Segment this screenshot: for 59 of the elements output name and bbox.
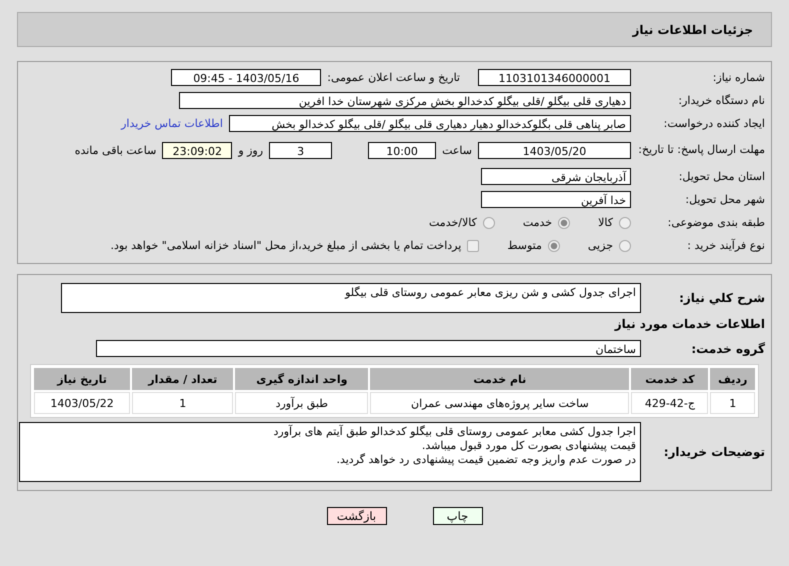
checkbox-label: پرداخت تمام یا بخشی از مبلغ خرید،از محل "اسناد خزانه اسلامی" خواهد بود.: [110, 239, 462, 252]
creator-field: صابر پناهی قلی بگلوکدخدالو دهیار دهیاری قلی بیگلو /قلی بیگلو کدخدالو بخش: [229, 115, 631, 132]
field-label: نام دستگاه خریدار:: [677, 94, 766, 107]
column-header: نام خدمت: [370, 368, 630, 390]
column-header: تاریخ نیاز: [34, 368, 130, 390]
radio-button[interactable]: [619, 240, 631, 252]
field-label: توضیحات خریدار:: [662, 445, 766, 459]
field-label: شرح کلي نياز:: [678, 291, 766, 305]
table-cell: 1: [710, 392, 755, 414]
radio-label: خدمت: [522, 216, 552, 229]
field-label: استان محل تحویل:: [678, 170, 766, 183]
buyer-field: دهیاری قلی بیگلو /قلی بیگلو کدخدالو بخش مرکزی شهرستان خدا افرین: [179, 92, 631, 109]
remaining-label: ساعت باقی مانده: [74, 144, 156, 156]
table-cell: 1403/05/22: [34, 392, 130, 414]
field-label: شماره نیاز:: [712, 71, 766, 84]
notes-line: اجرا جدول کشی معابر عمومی روستای قلی بیگلو کدخدالو طبق آیتم های برآورد: [272, 425, 636, 439]
field-label: طبقه بندی موضوعی:: [666, 216, 766, 229]
radio-label: متوسط: [507, 239, 542, 252]
need-number-field: 1103101346000001: [478, 69, 631, 86]
days-label: روز و: [238, 144, 264, 156]
radio-label: کالا/خدمت: [429, 216, 477, 229]
time-label: ساعت: [442, 144, 472, 156]
field-label: مهلت ارسال پاسخ: تا تاریخ:: [637, 142, 766, 158]
column-header: تعداد / مقدار: [132, 368, 234, 390]
column-header: واحد اندازه گیری: [235, 368, 368, 390]
table-cell: 1: [132, 392, 234, 414]
field-label: ایجاد کننده درخواست:: [662, 117, 766, 130]
contact-link[interactable]: اطلاعات تماس خریدار: [121, 117, 223, 130]
radio-button[interactable]: [558, 216, 570, 228]
announce-date-field: 1403/05/16 - 09:45: [171, 69, 322, 86]
province-field: آذربایجان شرقی: [481, 168, 631, 185]
days-field: 3: [269, 142, 332, 158]
back-button[interactable]: بازگشت: [326, 507, 386, 525]
print-button[interactable]: چاپ: [432, 507, 482, 525]
column-header: ردیف: [710, 368, 755, 390]
field-label: گروه خدمت:: [690, 342, 766, 356]
description-field: اجرای جدول کشی و شن ریزی معابر عمومی روستای قلی بیگلو: [61, 283, 641, 313]
table-cell: طبق برآورد: [235, 392, 368, 414]
city-field: خدا آفرین: [481, 191, 631, 208]
field-label: تاریخ و ساعت اعلان عمومی:: [327, 71, 460, 84]
radio-button[interactable]: [548, 240, 560, 252]
notes-line: در صورت عدم واریز وجه تضمین قیمت پیشنهادی رد خواهد گردید.: [335, 453, 636, 467]
notes-line: قیمت پیشنهادی بصورت کل مورد قبول میباشد.: [420, 439, 636, 453]
remaining-time-field: 23:09:02: [162, 142, 232, 158]
section-heading: اطلاعات خدمات مورد نیاز: [613, 317, 766, 331]
deadline-time-field: 10:00: [368, 142, 436, 158]
page-title: جزئیات اطلاعات نیاز: [632, 22, 753, 36]
radio-button[interactable]: [619, 216, 631, 228]
field-label: نوع فرآیند خرید :: [686, 239, 766, 252]
column-header: کد خدمت: [631, 368, 708, 390]
checkbox[interactable]: [467, 240, 480, 252]
table-cell: ساخت سایر پروژه‌های مهندسی عمران: [370, 392, 630, 414]
field-label: شهر محل تحویل:: [684, 193, 766, 206]
radio-label: جزیی: [588, 239, 613, 252]
table-cell: ج-42-429: [631, 392, 708, 414]
service-group-field: ساختمان: [96, 340, 641, 357]
deadline-date-field: 1403/05/20: [478, 142, 631, 158]
radio-button[interactable]: [482, 216, 495, 228]
radio-label: کالا: [598, 216, 613, 229]
